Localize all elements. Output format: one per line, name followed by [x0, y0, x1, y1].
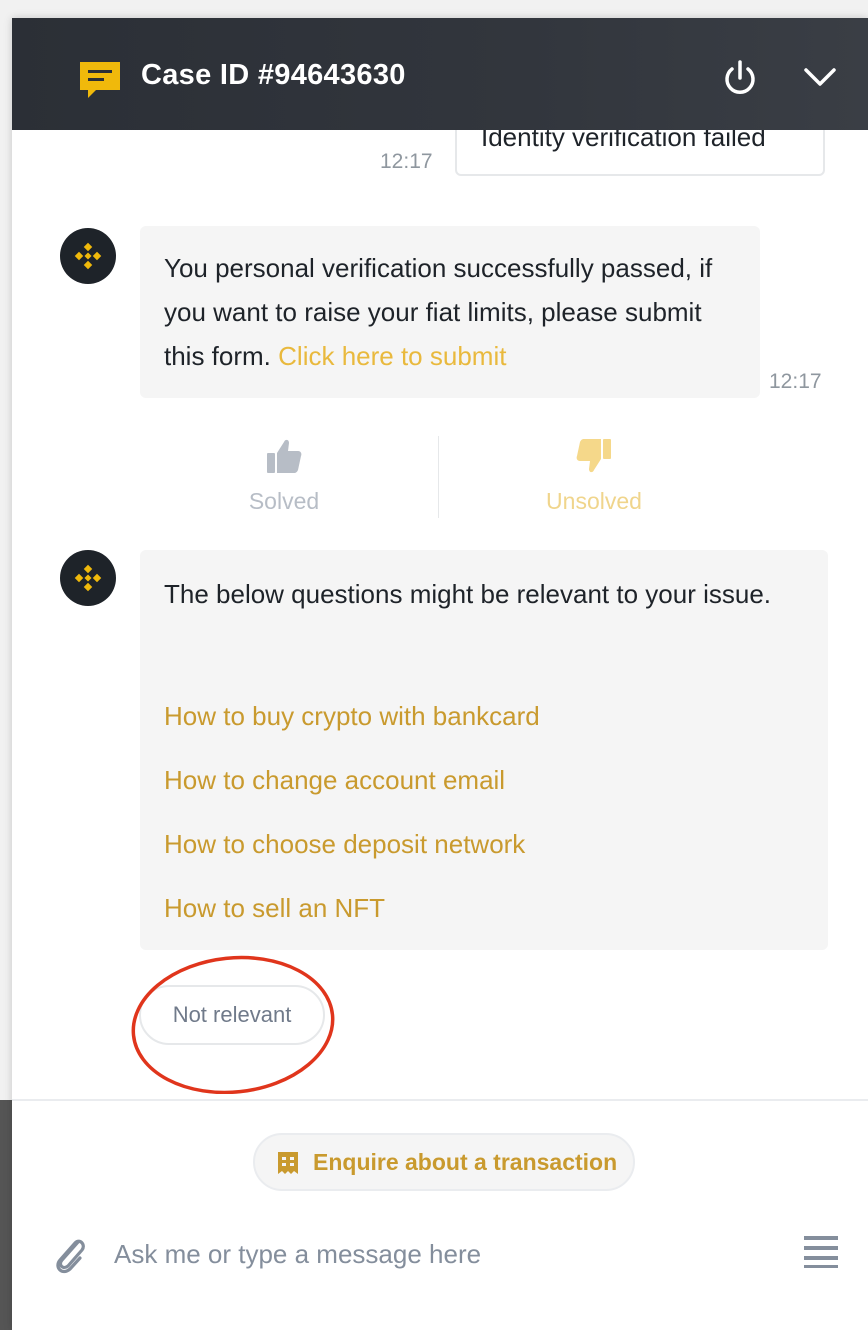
power-icon[interactable]	[718, 56, 762, 100]
user-message-time: 12:17	[380, 150, 433, 173]
thumbs-up-icon	[267, 439, 302, 473]
binance-logo-icon	[74, 242, 102, 270]
suggested-question[interactable]: How to change account email	[164, 758, 505, 802]
feedback-divider	[438, 436, 439, 518]
bot-avatar	[60, 228, 116, 284]
user-message-bubble: Identity verification failed	[455, 130, 825, 176]
binance-logo-icon	[74, 564, 102, 592]
suggested-question[interactable]: How to buy crypto with bankcard	[164, 694, 540, 738]
suggestions-intro: The below questions might be relevant to…	[164, 579, 772, 609]
suggested-question[interactable]: How to sell an NFT	[164, 886, 385, 930]
enquire-transaction-button[interactable]: Enquire about a transaction	[253, 1133, 635, 1191]
message-input[interactable]	[112, 1230, 796, 1278]
enquire-transaction-label: Enquire about a transaction	[313, 1149, 618, 1175]
case-id-title: Case ID #94643630	[141, 59, 406, 91]
chevron-down-icon[interactable]	[798, 56, 842, 100]
unsolved-label: Unsolved	[546, 488, 642, 514]
verification-message-bubble: You personal verification successfully p…	[140, 226, 760, 398]
suggested-question[interactable]: How to choose deposit network	[164, 822, 525, 866]
thumbs-down-icon	[576, 439, 611, 473]
unsolved-button[interactable]: Unsolved	[494, 436, 694, 526]
not-relevant-button[interactable]: Not relevant	[139, 985, 325, 1045]
bot-avatar	[60, 550, 116, 606]
chat-header: Case ID #94643630	[12, 18, 868, 130]
verification-message-time: 12:17	[769, 370, 822, 393]
solved-label: Solved	[248, 488, 320, 514]
footer-divider	[12, 1099, 868, 1101]
paperclip-icon[interactable]	[48, 1232, 92, 1276]
support-chat-window: Case ID #94643630 Identity verification …	[12, 18, 868, 1330]
receipt-icon	[278, 1152, 298, 1174]
solved-button[interactable]: Solved	[184, 436, 384, 526]
suggestions-bubble: The below questions might be relevant to…	[140, 550, 828, 950]
menu-icon[interactable]	[804, 1236, 838, 1268]
message-list[interactable]: Identity verification failed 12:17 You p…	[12, 130, 868, 1100]
chat-bubble-icon	[80, 62, 120, 98]
user-message-text: Identity verification failed	[481, 130, 766, 152]
submit-form-link[interactable]: Click here to submit	[278, 341, 506, 371]
